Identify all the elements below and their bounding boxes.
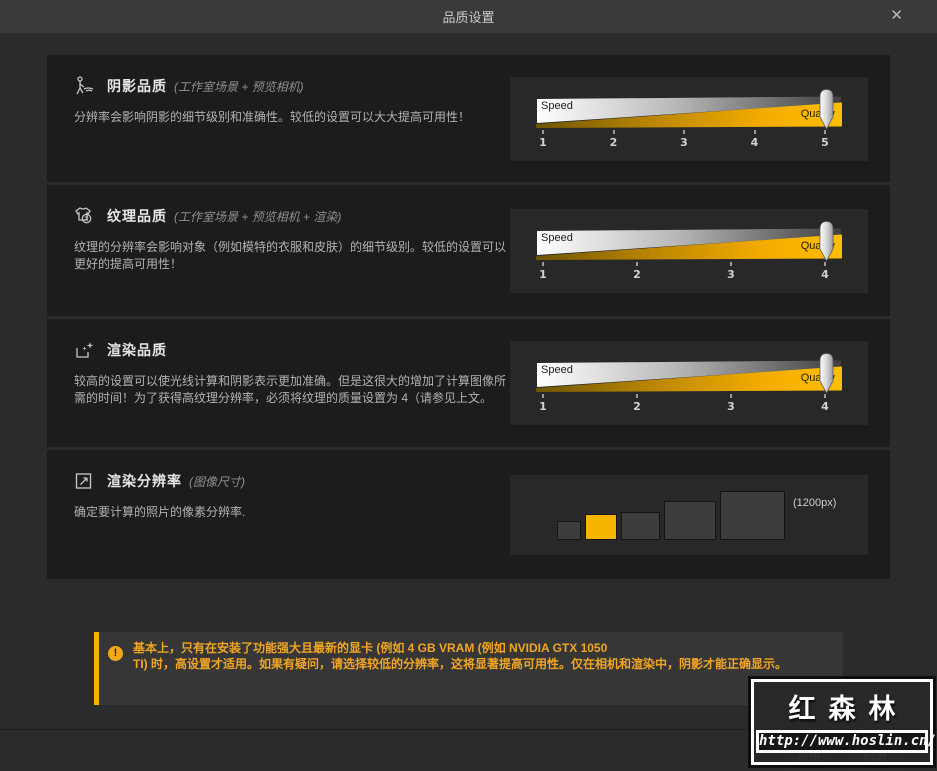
tick: 1 [536,129,550,149]
dialog-content: 阴影品质 (工作室场景 + 预览相机) 分辨率会影响阴影的细节级别和准确性。较低… [47,55,890,705]
resolution-option-2[interactable] [585,513,617,540]
tick: 2 [630,261,644,281]
tick: 2 [630,394,644,413]
section-shadow-quality: 阴影品质 (工作室场景 + 预览相机) 分辨率会影响阴影的细节级别和准确性。较低… [47,55,890,182]
texture-quality-slider[interactable]: Speed Quality 1 2 3 4 [510,208,868,293]
close-icon[interactable]: ✕ [886,7,907,25]
resolution-option-3[interactable] [621,511,660,540]
slider-ticks: 1 2 3 4 [536,261,832,281]
slider-handle[interactable] [818,352,835,400]
shadow-quality-slider[interactable]: Speed Quality 1 2 3 4 5 [510,76,868,161]
resolution-picker: (1200px) [510,474,868,555]
section-title: 渲染分辨率 [107,473,182,489]
speed-quality-wedge-graphic [536,96,842,128]
dialog-title: 品质设置 [442,10,495,25]
tick: 3 [724,394,738,413]
warning-line-1: 基本上，只有在安装了功能强大且最新的显卡 (例如 4 GB VRAM (例如 N… [133,641,608,655]
watermark: 红森林 http://www.hoslin.cn/ [748,676,936,768]
shadow-quality-control: Speed Quality 1 2 3 4 5 [510,55,868,182]
warning-text: 基本上，只有在安装了功能强大且最新的显卡 (例如 4 GB VRAM (例如 N… [133,641,787,705]
tick: 2 [607,129,621,149]
slider-handle[interactable] [818,220,835,268]
section-subtitle: (图像尺寸) [189,474,245,489]
section-subtitle: (工作室场景 + 预览相机) [174,79,304,94]
speed-label: Speed [541,231,573,244]
tshirt-texture-icon [74,205,98,227]
render-quality-control: Speed Quality 1 2 3 4 [510,319,868,447]
slider-handle[interactable] [818,88,835,136]
render-resolution-control: (1200px) [510,450,868,579]
warning-line-2: TI) 时，高设置才适用。如果有疑问，请选择较低的分辨率，这将显著提高可用性。仅… [133,656,787,671]
dialog-titlebar: 品质设置 ✕ [0,0,937,33]
section-description: 确定要计算的照片的像素分辨率. [74,505,246,519]
section-description: 较高的设置可以使光线计算和阴影表示更加准确。但是这很大的增加了计算图像所需的时间… [74,374,507,405]
tick: 3 [677,129,691,149]
speed-quality-wedge-graphic [536,228,842,260]
slider-ticks: 1 2 3 4 [536,394,832,413]
render-quality-slider[interactable]: Speed Quality 1 2 3 4 [510,341,868,425]
section-title: 阴影品质 [107,78,167,94]
texture-quality-info: 纹理品质 (工作室场景 + 预览相机 + 渲染) 纹理的分辨率会影响对象（例如模… [47,185,510,316]
render-resolution-info: 渲染分辨率 (图像尺寸) 确定要计算的照片的像素分辨率. [47,450,510,579]
texture-quality-header: 纹理品质 (工作室场景 + 预览相机 + 渲染) [74,205,510,227]
tick: 4 [748,129,762,149]
section-render-quality: 渲染品质 较高的设置可以使光线计算和阴影表示更加准确。但是这很大的增加了计算图像… [47,319,890,447]
resolution-option-1[interactable] [557,520,581,540]
speed-label: Speed [541,364,573,376]
section-title: 渲染品质 [107,342,167,358]
render-resolution-header: 渲染分辨率 (图像尺寸) [74,470,510,492]
tick: 3 [724,261,738,281]
resolution-option-4[interactable] [664,500,716,540]
warning-note: ! 基本上，只有在安装了功能强大且最新的显卡 (例如 4 GB VRAM (例如… [94,632,843,705]
watermark-name: 红森林 [788,694,909,724]
texture-quality-control: Speed Quality 1 2 3 4 [510,185,868,316]
section-description: 分辨率会影响阴影的细节级别和准确性。较低的设置可以大大提高可用性！ [74,110,471,124]
resolution-options [557,490,785,540]
section-texture-quality: 纹理品质 (工作室场景 + 预览相机 + 渲染) 纹理的分辨率会影响对象（例如模… [47,185,890,316]
render-quality-header: 渲染品质 [74,339,510,361]
warning-icon: ! [108,646,123,661]
watermark-url: http://www.hoslin.cn/ [756,730,936,753]
tick: 1 [536,394,550,413]
render-quality-info: 渲染品质 较高的设置可以使光线计算和阴影表示更加准确。但是这很大的增加了计算图像… [47,319,510,447]
shadow-quality-header: 阴影品质 (工作室场景 + 预览相机) [74,75,510,97]
resize-arrow-icon [74,470,98,492]
mannequin-shadow-icon [74,75,98,97]
shadow-quality-info: 阴影品质 (工作室场景 + 预览相机) 分辨率会影响阴影的细节级别和准确性。较低… [47,55,510,182]
watermark-frame: 红森林 http://www.hoslin.cn/ [751,679,936,765]
resolution-option-5[interactable] [720,490,785,540]
section-subtitle: (工作室场景 + 预览相机 + 渲染) [174,209,342,224]
tick: 1 [536,261,550,281]
speed-quality-wedge-graphic [536,360,842,392]
speed-label: Speed [541,99,573,112]
render-sparkle-icon [74,339,98,361]
section-description: 纹理的分辨率会影响对象（例如模特的衣服和皮肤）的细节级别。较低的设置可以更好的提… [74,240,507,271]
section-render-resolution: 渲染分辨率 (图像尺寸) 确定要计算的照片的像素分辨率. (1200px) [47,450,890,579]
resolution-value-label: (1200px) [793,496,837,509]
section-title: 纹理品质 [107,208,167,224]
slider-ticks: 1 2 3 4 5 [536,129,832,149]
